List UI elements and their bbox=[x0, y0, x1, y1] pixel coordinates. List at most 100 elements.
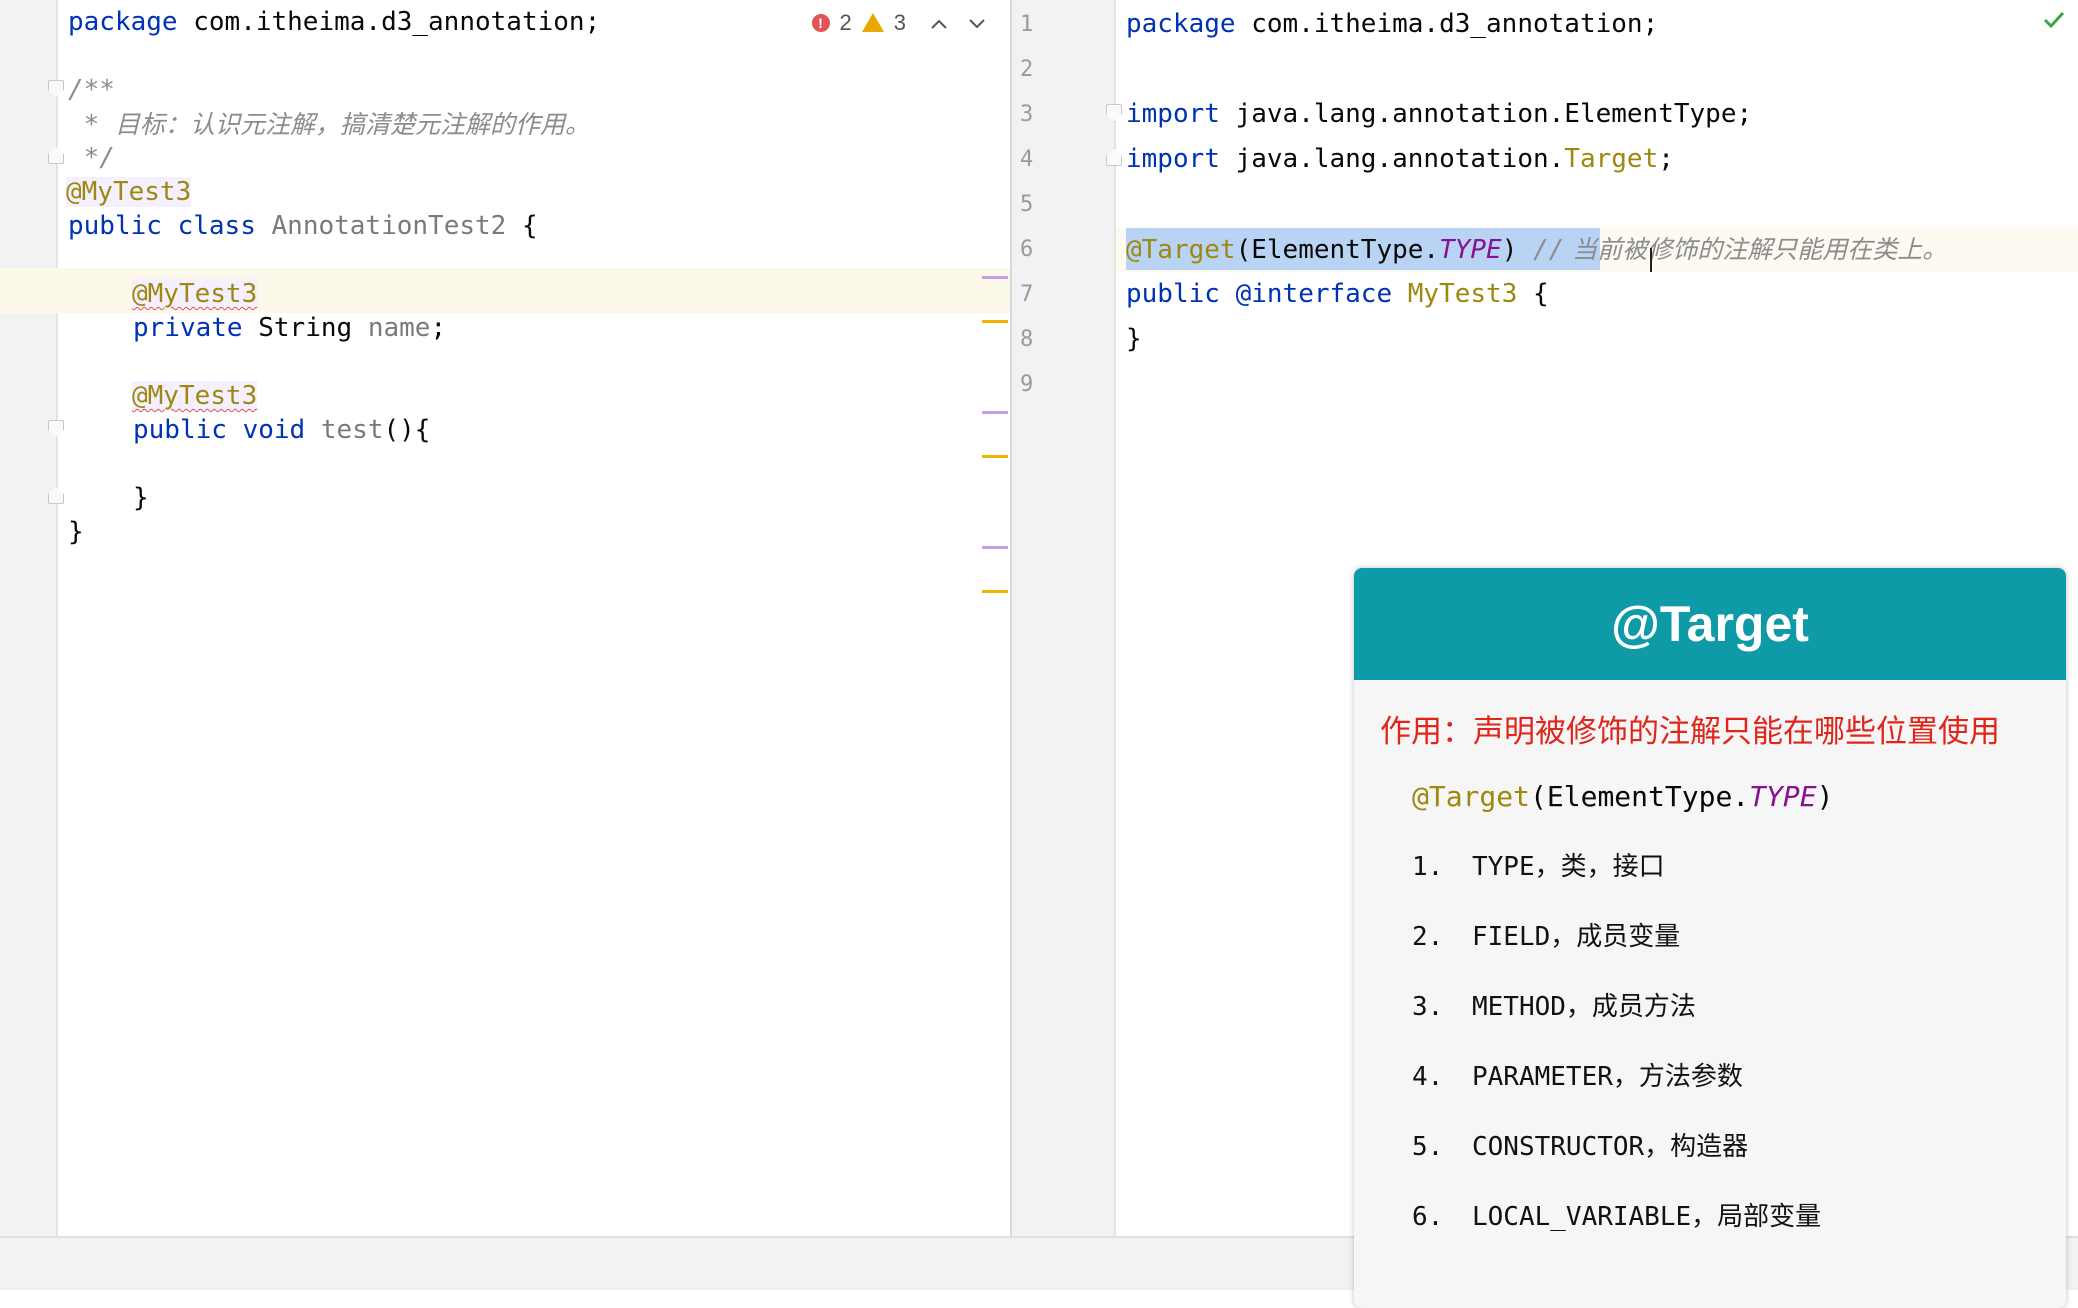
annotation-usage-error: @MyTest3 bbox=[132, 279, 258, 309]
item-number: 6. bbox=[1412, 1202, 1444, 1232]
annotation: @Target bbox=[1412, 780, 1531, 813]
item-number: 5. bbox=[1412, 1132, 1444, 1162]
card-code-sample: @Target(ElementType.TYPE) bbox=[1412, 780, 1833, 813]
keyword: @interface bbox=[1235, 279, 1393, 309]
keyword: package bbox=[68, 7, 178, 37]
annotation: @Target bbox=[1126, 235, 1236, 265]
code-line[interactable]: package com.itheima.d3_annotation; bbox=[1126, 2, 1658, 47]
line-number: 6 bbox=[1020, 237, 1034, 262]
item-text: PARAMETER，方法参数 bbox=[1472, 1062, 1743, 1092]
code-line[interactable]: public class AnnotationTest2 { bbox=[68, 204, 538, 249]
item-number: 4. bbox=[1412, 1062, 1444, 1092]
warning-stripe-marker[interactable] bbox=[982, 455, 1008, 458]
item-number: 2. bbox=[1412, 922, 1444, 952]
annotation-name: MyTest3 bbox=[1407, 279, 1518, 309]
code-line[interactable]: import java.lang.annotation.ElementType; bbox=[1126, 92, 1752, 137]
line-number: 1 bbox=[1020, 12, 1034, 37]
item-text: METHOD，成员方法 bbox=[1472, 992, 1696, 1022]
code-line[interactable]: package com.itheima.d3_annotation; bbox=[68, 0, 600, 45]
error-stripe-marker[interactable] bbox=[982, 411, 1008, 414]
line-number: 4 bbox=[1020, 147, 1034, 172]
comment-close: */ bbox=[68, 143, 115, 173]
annotation-usage: @MyTest3 bbox=[66, 177, 192, 207]
class-name: AnnotationTest2 bbox=[271, 211, 507, 241]
list-item: 3. METHOD，成员方法 bbox=[1412, 986, 1696, 1023]
enum-constant: TYPE bbox=[1439, 235, 1502, 265]
card-title: @Target bbox=[1354, 568, 2066, 680]
code-line[interactable]: import java.lang.annotation.Target; bbox=[1126, 137, 1674, 182]
keyword: import bbox=[1126, 99, 1220, 129]
keyword: public bbox=[133, 415, 227, 445]
list-item: 5. CONSTRUCTOR，构造器 bbox=[1412, 1126, 1748, 1163]
card-purpose: 作用：声明被修饰的注解只能在哪些位置使用 bbox=[1380, 714, 2000, 749]
item-text: TYPE，类，接口 bbox=[1472, 852, 1665, 882]
semicolon: ; bbox=[1658, 144, 1674, 174]
semicolon: ; bbox=[430, 313, 447, 343]
import-path: java.lang.annotation. bbox=[1219, 144, 1565, 174]
enum-constant: TYPE bbox=[1749, 780, 1817, 813]
warning-icon bbox=[861, 13, 884, 32]
keyword: package bbox=[1126, 9, 1236, 39]
annotation-info-card: @Target 作用：声明被修饰的注解只能在哪些位置使用 @Target(Ele… bbox=[1354, 568, 2066, 1308]
code-line[interactable]: @Target(ElementType.TYPE) // 当前被修饰的注解只能用… bbox=[1126, 227, 1947, 272]
warning-stripe-marker[interactable] bbox=[982, 590, 1008, 593]
comment-slashes: // bbox=[1517, 235, 1565, 265]
package-name: com.itheima.d3_annotation; bbox=[177, 7, 601, 37]
item-text: FIELD，成员变量 bbox=[1472, 922, 1681, 952]
code-line[interactable]: } bbox=[1126, 317, 1142, 362]
import-class: Target bbox=[1564, 144, 1659, 174]
mouse-cursor bbox=[1650, 248, 1652, 272]
left-editor-pane[interactable]: package com.itheima.d3_annotation; /** *… bbox=[0, 0, 1010, 1236]
package-name: com.itheima.d3_annotation; bbox=[1235, 9, 1659, 39]
warning-stripe-marker[interactable] bbox=[982, 320, 1008, 323]
line-number: 7 bbox=[1020, 282, 1034, 307]
comment-text: 目标：认识元注解，搞清楚元注解的作用。 bbox=[114, 110, 590, 139]
method-parens: (){ bbox=[383, 415, 431, 445]
left-gutter[interactable] bbox=[0, 0, 58, 1236]
check-icon bbox=[2042, 10, 2066, 34]
inspection-widget[interactable]: ! 2 3 bbox=[686, 0, 1010, 45]
brace: } bbox=[68, 517, 84, 547]
type-name: String bbox=[258, 313, 353, 343]
keyword: public bbox=[1126, 279, 1220, 309]
line-number: 8 bbox=[1020, 327, 1034, 352]
comment-open: /** bbox=[68, 75, 115, 105]
keyword: class bbox=[177, 211, 256, 241]
line-number: 5 bbox=[1020, 192, 1034, 217]
list-item: 6. LOCAL_VARIABLE，局部变量 bbox=[1412, 1196, 1821, 1233]
error-icon: ! bbox=[811, 13, 830, 32]
code-line[interactable]: private String name; bbox=[133, 306, 446, 351]
field-name: name bbox=[367, 313, 431, 343]
line-number: 9 bbox=[1020, 372, 1034, 397]
error-stripe-marker[interactable] bbox=[982, 546, 1008, 549]
code-line[interactable]: } bbox=[133, 476, 149, 521]
paren: ) bbox=[1501, 235, 1518, 265]
list-item: 1. TYPE，类，接口 bbox=[1412, 846, 1665, 883]
warning-count: 3 bbox=[893, 9, 906, 35]
brace: { bbox=[506, 211, 538, 241]
keyword: private bbox=[133, 313, 243, 343]
brace: } bbox=[133, 483, 149, 513]
code-line[interactable]: public void test(){ bbox=[133, 408, 430, 453]
line-number: 3 bbox=[1020, 102, 1034, 127]
keyword: import bbox=[1126, 144, 1220, 174]
method-name: test bbox=[320, 415, 384, 445]
chevron-up-icon[interactable] bbox=[930, 10, 948, 36]
code-line[interactable]: public @interface MyTest3 { bbox=[1126, 272, 1549, 317]
paren: ) bbox=[1816, 780, 1834, 813]
keyword: public bbox=[68, 211, 162, 241]
chevron-down-icon[interactable] bbox=[968, 10, 986, 36]
brace: { bbox=[1517, 279, 1549, 309]
error-stripe-marker[interactable] bbox=[982, 276, 1008, 279]
list-item: 2. FIELD，成员变量 bbox=[1412, 916, 1680, 953]
item-number: 3. bbox=[1412, 992, 1444, 1022]
error-count: 2 bbox=[839, 9, 852, 35]
code-line[interactable]: * 目标：认识元注解，搞清楚元注解的作用。 bbox=[68, 102, 590, 147]
annotation-usage-error: @MyTest3 bbox=[132, 381, 258, 411]
annotation-args: (ElementType. bbox=[1235, 235, 1440, 265]
item-text: CONSTRUCTOR，构造器 bbox=[1472, 1132, 1749, 1162]
line-number: 2 bbox=[1020, 57, 1034, 82]
annotation-args: (ElementType. bbox=[1530, 780, 1750, 813]
code-line[interactable]: } bbox=[68, 510, 84, 555]
list-item: 4. PARAMETER，方法参数 bbox=[1412, 1056, 1743, 1093]
